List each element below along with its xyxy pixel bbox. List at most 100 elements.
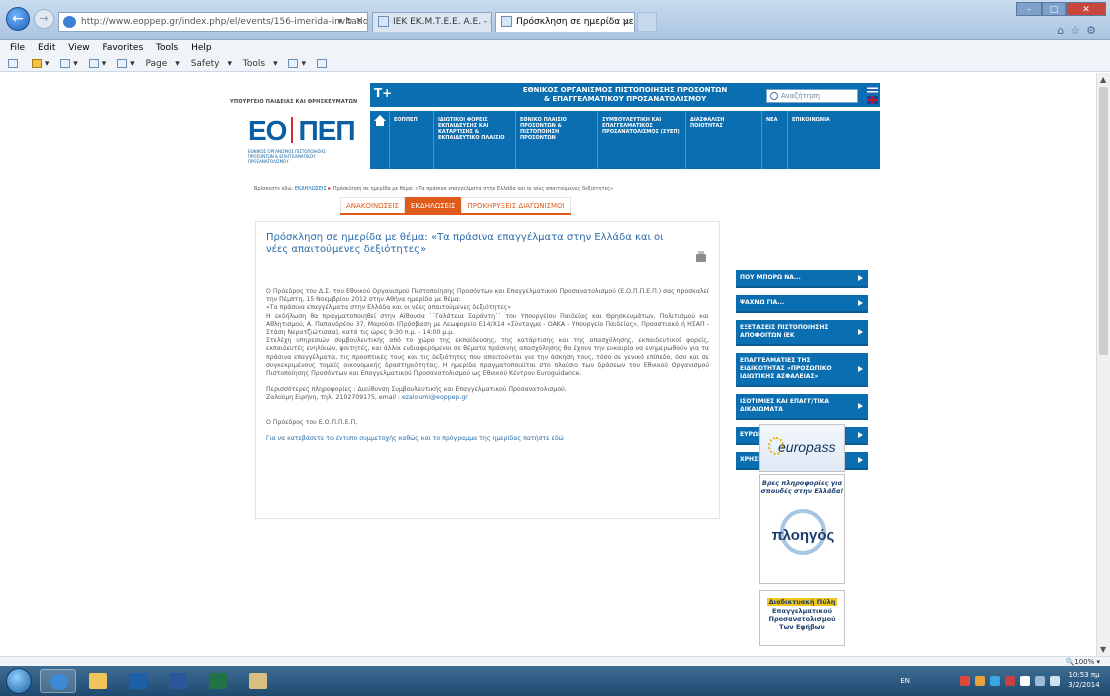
taskbar-photos[interactable] (240, 669, 276, 693)
taskbar-word[interactable] (160, 669, 196, 693)
english-flag-icon[interactable] (867, 96, 878, 104)
tab-close-icon[interactable]: × (621, 13, 629, 31)
sidebar-item-equivalencies[interactable]: ΙΣΟΤΙΜΙΕΣ ΚΑΙ ΕΠΑΓΓ/ΤΙΚΑ ΔΙΚΑΙΩΜΑΤΑ (736, 394, 868, 420)
download-form-link[interactable]: Για να κατεβάσετε το έντυπο συμμετοχής κ… (266, 435, 709, 443)
tab-events[interactable]: ΕΚΔΗΛΩΣΕΙΣ (404, 197, 462, 213)
breadcrumb-current: Πρόσκληση σε ημερίδα με θέμα: «Τα πράσιν… (332, 186, 614, 192)
menu-private-providers[interactable]: ΙΔΙΩΤΙΚΟΙ ΦΟΡΕΙΣ ΕΚΠΑΙΔΕΥΣΗΣ ΚΑΙ ΚΑΤΑΡΤΙ… (434, 111, 516, 169)
taskbar-ie[interactable] (40, 669, 76, 693)
menu-view[interactable]: View (68, 43, 89, 53)
tab-ieek[interactable]: ΙΕΚ ΕΚ.Μ.Τ.Ε.Ε. Α.Ε. - Ενημέρω... (372, 12, 492, 32)
sidebar-item-looking-for[interactable]: ΨΑΧΝΩ ΓΙΑ... (736, 295, 868, 313)
tray-app-icon[interactable] (975, 676, 985, 686)
menu-favorites[interactable]: Favorites (102, 43, 143, 53)
home-command-icon[interactable]: ▾ (31, 59, 49, 69)
tab-tenders[interactable]: ΠΡΟΚΗΡΥΞΕΙΣ ΔΙΑΓΩΝΙΣΜΟΙ (461, 197, 571, 213)
new-tab-button[interactable] (637, 12, 657, 32)
greek-flag-icon[interactable] (867, 86, 878, 94)
feeds-icon[interactable]: ▾ (60, 59, 78, 69)
favorites-star-icon[interactable]: ☆ (1070, 24, 1086, 37)
settings-gear-icon[interactable]: ⚙ (1086, 24, 1102, 37)
menu-guidance[interactable]: ΣΥΜΒΟΥΛΕΥΤΙΚΗ ΚΑΙ ΕΠΑΓΓΕΛΜΑΤΙΚΟΣ ΠΡΟΣΑΝΑ… (598, 111, 686, 169)
favorites-bar-icon[interactable] (8, 59, 21, 69)
chevron-right-icon (858, 329, 863, 335)
teen-guidance-portal-banner[interactable]: Διαδικτυακή Πύλη Επαγγελματικού Προσανατ… (759, 590, 845, 646)
taskbar-media[interactable] (120, 669, 156, 693)
article-title: Πρόσκληση σε ημερίδα με θέμα: «Τα πράσιν… (266, 232, 664, 255)
system-clock[interactable]: 10:53 πμ 3/2/2014 (1064, 670, 1104, 690)
input-language[interactable]: EN (900, 677, 910, 685)
page-menu[interactable]: Page (146, 59, 168, 69)
zoom-icon: 🔍 (1065, 658, 1075, 666)
print-command-icon[interactable]: ▾ (117, 59, 135, 69)
scroll-up-icon[interactable]: ▲ (1100, 75, 1106, 84)
vertical-scrollbar[interactable]: ▲ ▼ (1096, 73, 1110, 656)
sidebar-item-security-staff[interactable]: ΕΠΑΓΓΕΛΜΑΤΙΕΣ ΤΗΣ ΕΙΔΙΚΟΤΗΤΑΣ «ΠΡΟΣΩΠΙΚΟ… (736, 353, 868, 387)
eoppep-logo[interactable]: ΕΟ ΠΕΠ ΕΘΝΙΚΟΣ ΟΡΓΑΝΙΣΜΟΣ ΠΙΣΤΟΠΟΙΗΣΗΣ ΠΡ… (248, 115, 358, 175)
help-command-icon[interactable]: ▾ (288, 59, 306, 69)
menu-edit[interactable]: Edit (38, 43, 55, 53)
sidebar-item-iek-exams[interactable]: ΕΞΕΤΑΣΕΙΣ ΠΙΣΤΟΠΟΙΗΣΗΣ ΑΠΟΦΟΙΤΩΝ ΙΕΚ (736, 320, 868, 346)
network-icon[interactable] (1035, 676, 1045, 686)
tray-app-icon[interactable] (1005, 676, 1015, 686)
menu-bar: File Edit View Favorites Tools Help (0, 40, 1110, 56)
tab-invitation[interactable]: Πρόσκληση σε ημερίδα με ... × (495, 12, 635, 32)
menu-tools[interactable]: Tools (156, 43, 178, 53)
chevron-right-icon (858, 403, 863, 409)
tab-favicon (378, 16, 389, 27)
scroll-down-icon[interactable]: ▼ (1100, 645, 1106, 654)
menu-eoppep[interactable]: ΕΟΠΠΕΠ (390, 111, 434, 169)
portal-line: Επαγγελματικού (771, 607, 833, 615)
minimize-button[interactable]: – (1016, 2, 1042, 16)
menu-help[interactable]: Help (191, 43, 212, 53)
ploigos-banner[interactable]: Βρες πληροφορίες για σπουδές στην Ελλάδα… (759, 474, 845, 584)
chevron-right-icon (858, 366, 863, 372)
print-icon[interactable] (696, 251, 706, 262)
scrollbar-thumb[interactable] (1099, 87, 1108, 355)
maximize-button[interactable]: □ (1042, 2, 1066, 16)
flag-icon[interactable] (1020, 676, 1030, 686)
text-size-button[interactable]: T+ (374, 86, 392, 100)
tab-announcements[interactable]: ΑΝΑΚΟΙΝΩΣΕΙΣ (340, 197, 405, 213)
chevron-right-icon (858, 300, 863, 306)
breadcrumb-events-link[interactable]: ΕΚΔΗΛΩΣΕΙΣ (295, 186, 327, 192)
portal-highlight: Διαδικτυακή Πύλη (766, 598, 838, 606)
address-bar[interactable]: http://www.eoppep.gr/index.php/el/events… (58, 12, 368, 32)
command-bar: ▾ ▾ ▾ ▾ Page ▾ Safety ▾ Tools ▾ ▾ (0, 56, 1110, 72)
tools-menu[interactable]: Tools (243, 59, 265, 69)
tray-app-icon[interactable] (960, 676, 970, 686)
menu-contact[interactable]: ΕΠΙΚΟΙΝΩΝΙΑ (788, 111, 880, 169)
close-window-button[interactable]: ✕ (1066, 2, 1106, 16)
taskbar-explorer[interactable] (80, 669, 116, 693)
safety-menu[interactable]: Safety (191, 59, 220, 69)
org-line-2: & ΕΠΑΓΓΕΛΜΑΤΙΚΟΥ ΠΡΟΣΑΝΑΤΟΛΙΣΜΟΥ (543, 95, 707, 103)
sidebar-item-label: ΕΞΕΤΑΣΕΙΣ ΠΙΣΤΟΠΟΙΗΣΗΣ ΑΠΟΦΟΙΤΩΝ ΙΕΚ (740, 324, 829, 339)
sidebar-item-label: ΕΠΑΓΓΕΛΜΑΤΙΕΣ ΤΗΣ ΕΙΔΙΚΟΤΗΤΑΣ «ΠΡΟΣΩΠΙΚΟ… (740, 357, 832, 380)
menu-file[interactable]: File (10, 43, 25, 53)
read-mail-icon[interactable]: ▾ (88, 59, 106, 69)
contact-prefix: Ζαλούμη Ειρήνη, τηλ. 2102709175, email : (266, 394, 400, 402)
clock-date: 3/2/2014 (1068, 681, 1100, 689)
breadcrumb-arrow-icon: ▸ (328, 185, 332, 192)
site-search-input[interactable]: Αναζήτηση (766, 89, 858, 103)
sidebar-item-where-can-i[interactable]: ΠΟΥ ΜΠΟΡΩ ΝΑ... (736, 270, 868, 288)
portal-line: Προσανατολισμού (768, 615, 836, 623)
back-button[interactable]: ← (6, 7, 30, 31)
start-button[interactable] (6, 668, 32, 694)
volume-icon[interactable] (1050, 676, 1060, 686)
menu-qualifications[interactable]: ΕΘΝΙΚΟ ΠΛΑΙΣΙΟ ΠΡΟΣΟΝΤΩΝ & ΠΙΣΤΟΠΟΙΗΣΗ Π… (516, 111, 598, 169)
search-icon (770, 92, 778, 100)
forward-button[interactable]: → (34, 9, 54, 29)
menu-quality[interactable]: ΔΙΑΣΦΑΛΙΣΗ ΠΟΙΟΤΗΤΑΣ (686, 111, 762, 169)
home-icon (373, 115, 386, 126)
home-icon[interactable]: ⌂ (1057, 24, 1070, 37)
article-paragraph: «Τα πράσινα επαγγέλματα στην Ελλάδα και … (266, 304, 511, 312)
research-icon[interactable] (316, 59, 330, 69)
tray-app-icon[interactable] (990, 676, 1000, 686)
contact-email-link[interactable]: ezaloumi@eoppep.gr (402, 394, 468, 401)
menu-home[interactable] (370, 111, 390, 169)
taskbar-excel[interactable] (200, 669, 236, 693)
menu-news[interactable]: ΝΕΑ (762, 111, 788, 169)
europass-banner[interactable]: europass (759, 424, 845, 472)
refresh-icon[interactable]: ▾ ↻ ✕ (338, 13, 363, 31)
